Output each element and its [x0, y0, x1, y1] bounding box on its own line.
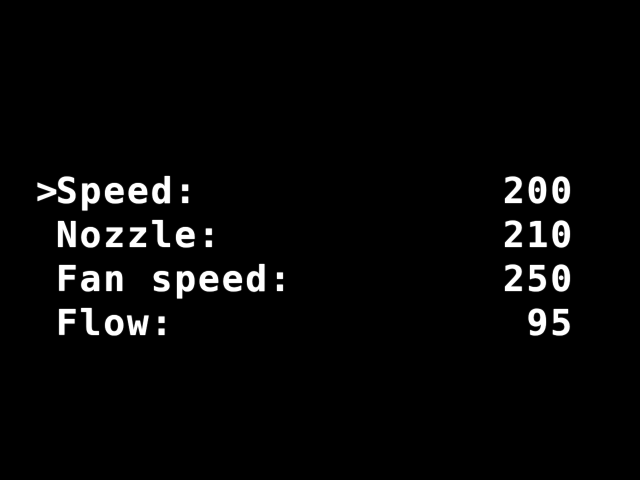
menu-item-flow[interactable]: Flow: 95 — [36, 302, 596, 346]
menu-item-fan-speed[interactable]: Fan speed: 250 — [36, 258, 596, 302]
menu-item-label: Fan speed: — [56, 259, 293, 300]
menu-item-speed[interactable]: > Speed: 200 — [36, 170, 596, 214]
menu-item-value: 210 — [502, 215, 574, 256]
selection-cursor-icon: > — [36, 171, 60, 212]
menu-item-value: 250 — [502, 259, 574, 300]
menu-item-label: Nozzle: — [56, 215, 222, 256]
menu-item-value: 95 — [526, 303, 574, 344]
menu-item-value: 200 — [502, 171, 574, 212]
menu-item-label: Flow: — [56, 303, 175, 344]
settings-menu: > Speed: 200 Nozzle: 210 Fan speed: 250 … — [36, 170, 596, 346]
menu-item-label: Speed: — [56, 171, 199, 212]
lcd-screen: > Speed: 200 Nozzle: 210 Fan speed: 250 … — [0, 0, 640, 480]
menu-item-nozzle[interactable]: Nozzle: 210 — [36, 214, 596, 258]
